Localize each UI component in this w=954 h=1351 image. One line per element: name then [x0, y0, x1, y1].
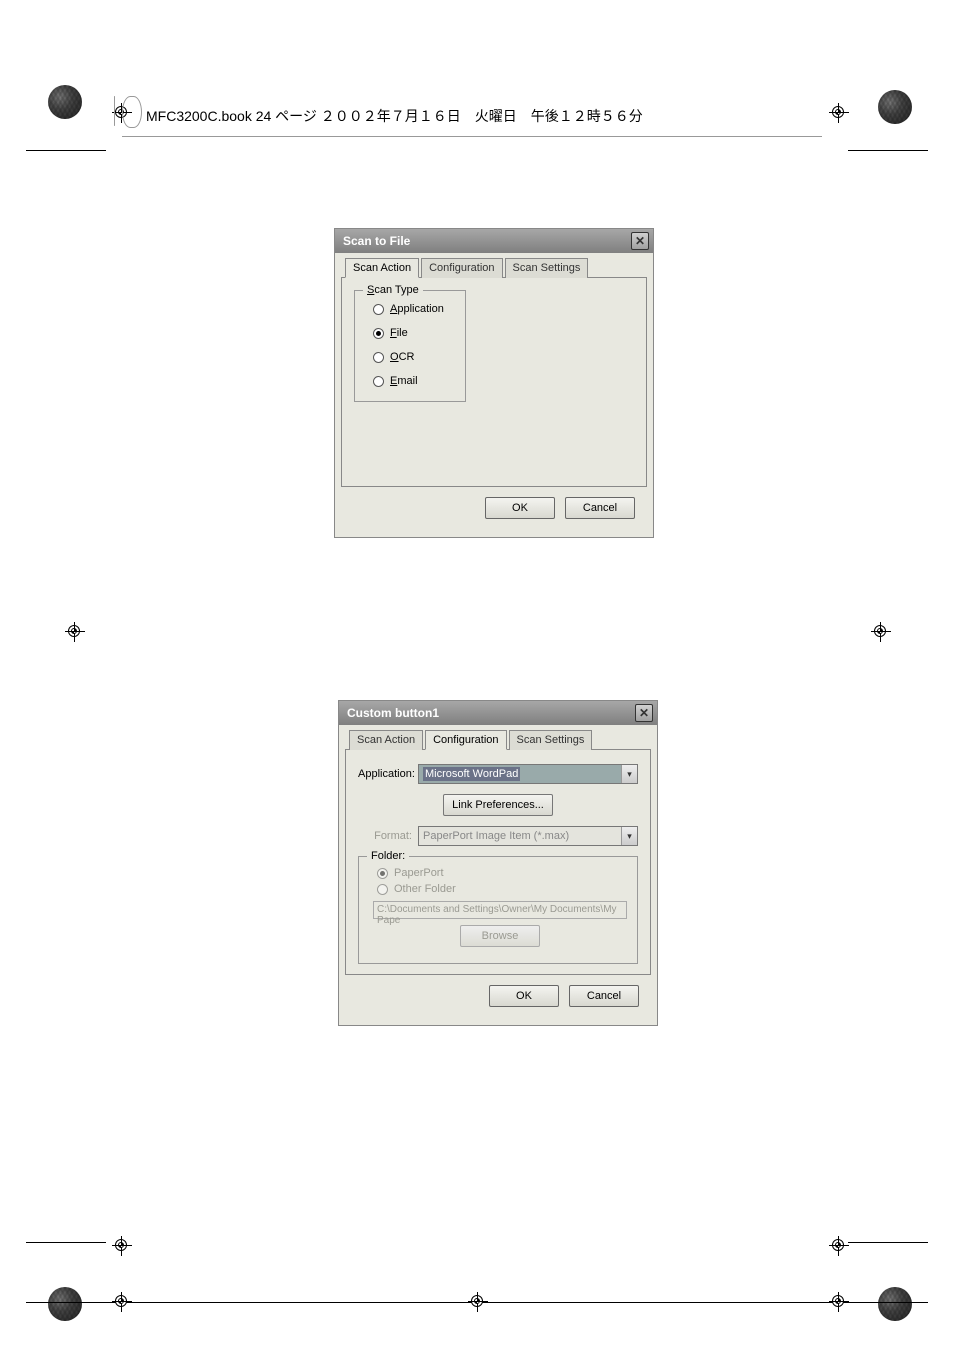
radio-paperport: PaperPort — [377, 867, 627, 879]
registration-mark-icon — [115, 1295, 127, 1307]
radio-file[interactable]: File — [373, 327, 455, 339]
print-marker-sphere-br — [878, 1287, 912, 1321]
ok-button[interactable]: OK — [489, 985, 559, 1007]
print-marker-sphere-tr — [878, 90, 912, 124]
tab-scan-action[interactable]: Scan Action — [345, 258, 419, 278]
folder-legend: Folder: — [367, 850, 409, 862]
folder-path: C:\Documents and Settings\Owner\My Docum… — [373, 901, 627, 919]
link-preferences-button[interactable]: Link Preferences... — [443, 794, 553, 816]
format-value: PaperPort Image Item (*.max) — [423, 830, 569, 842]
registration-mark-icon — [832, 106, 844, 118]
crop-line — [26, 1302, 493, 1303]
ok-button[interactable]: OK — [485, 497, 555, 519]
radio-other-folder: Other Folder — [377, 883, 627, 895]
registration-mark-icon — [874, 625, 886, 637]
crop-line — [26, 150, 106, 151]
radio-icon — [373, 304, 384, 315]
page-banner-text: MFC3200C.book 24 ページ ２００２年７月１６日 火曜日 午後１２… — [146, 108, 643, 124]
radio-email[interactable]: Email — [373, 375, 455, 387]
crop-line — [848, 1242, 928, 1243]
crop-line — [848, 150, 928, 151]
dialog-title: Custom button1 — [347, 706, 439, 720]
radio-icon — [373, 328, 384, 339]
radio-application[interactable]: Application — [373, 303, 455, 315]
registration-mark-icon — [832, 1239, 844, 1251]
chevron-down-icon[interactable]: ▾ — [621, 765, 637, 783]
scan-to-file-dialog: Scan to File ✕ Scan Action Configuration… — [334, 228, 654, 538]
application-dropdown[interactable]: Microsoft WordPad ▾ — [418, 764, 638, 784]
radio-icon — [377, 884, 388, 895]
cancel-button[interactable]: Cancel — [569, 985, 639, 1007]
dialog-title: Scan to File — [343, 234, 410, 248]
radio-icon — [373, 352, 384, 363]
registration-mark-icon — [115, 1239, 127, 1251]
tab-configuration[interactable]: Configuration — [421, 258, 502, 278]
format-label: Format: — [358, 830, 418, 842]
registration-mark-icon — [68, 625, 80, 637]
tab-scan-settings[interactable]: Scan Settings — [505, 258, 589, 278]
application-label: Application: — [358, 768, 418, 780]
browse-button: Browse — [460, 925, 540, 947]
dialog-titlebar[interactable]: Custom button1 ✕ — [339, 701, 657, 725]
scan-type-legend: Scan Type — [363, 284, 423, 296]
print-marker-sphere-tl — [48, 85, 82, 119]
close-icon[interactable]: ✕ — [635, 704, 653, 722]
radio-icon — [377, 868, 388, 879]
cancel-button[interactable]: Cancel — [565, 497, 635, 519]
folder-group: Folder: PaperPort Other Folder C:\Docume… — [358, 856, 638, 964]
custom-button-dialog: Custom button1 ✕ Scan Action Configurati… — [338, 700, 658, 1026]
radio-ocr[interactable]: OCR — [373, 351, 455, 363]
scan-type-group: Scan Type Application File OCR — [354, 290, 466, 402]
tab-scan-action[interactable]: Scan Action — [349, 730, 423, 750]
page-banner: MFC3200C.book 24 ページ ２００２年７月１６日 火曜日 午後１２… — [122, 102, 822, 137]
print-marker-sphere-bl — [48, 1287, 82, 1321]
crop-line — [461, 1302, 928, 1303]
close-icon[interactable]: ✕ — [631, 232, 649, 250]
radio-icon — [373, 376, 384, 387]
tab-scan-settings[interactable]: Scan Settings — [509, 730, 593, 750]
format-dropdown: PaperPort Image Item (*.max) ▾ — [418, 826, 638, 846]
chevron-down-icon: ▾ — [621, 827, 637, 845]
crop-line — [26, 1242, 106, 1243]
dialog-titlebar[interactable]: Scan to File ✕ — [335, 229, 653, 253]
registration-mark-icon — [832, 1295, 844, 1307]
application-value: Microsoft WordPad — [423, 767, 520, 781]
registration-mark-icon — [471, 1295, 483, 1307]
tab-configuration[interactable]: Configuration — [425, 730, 506, 750]
